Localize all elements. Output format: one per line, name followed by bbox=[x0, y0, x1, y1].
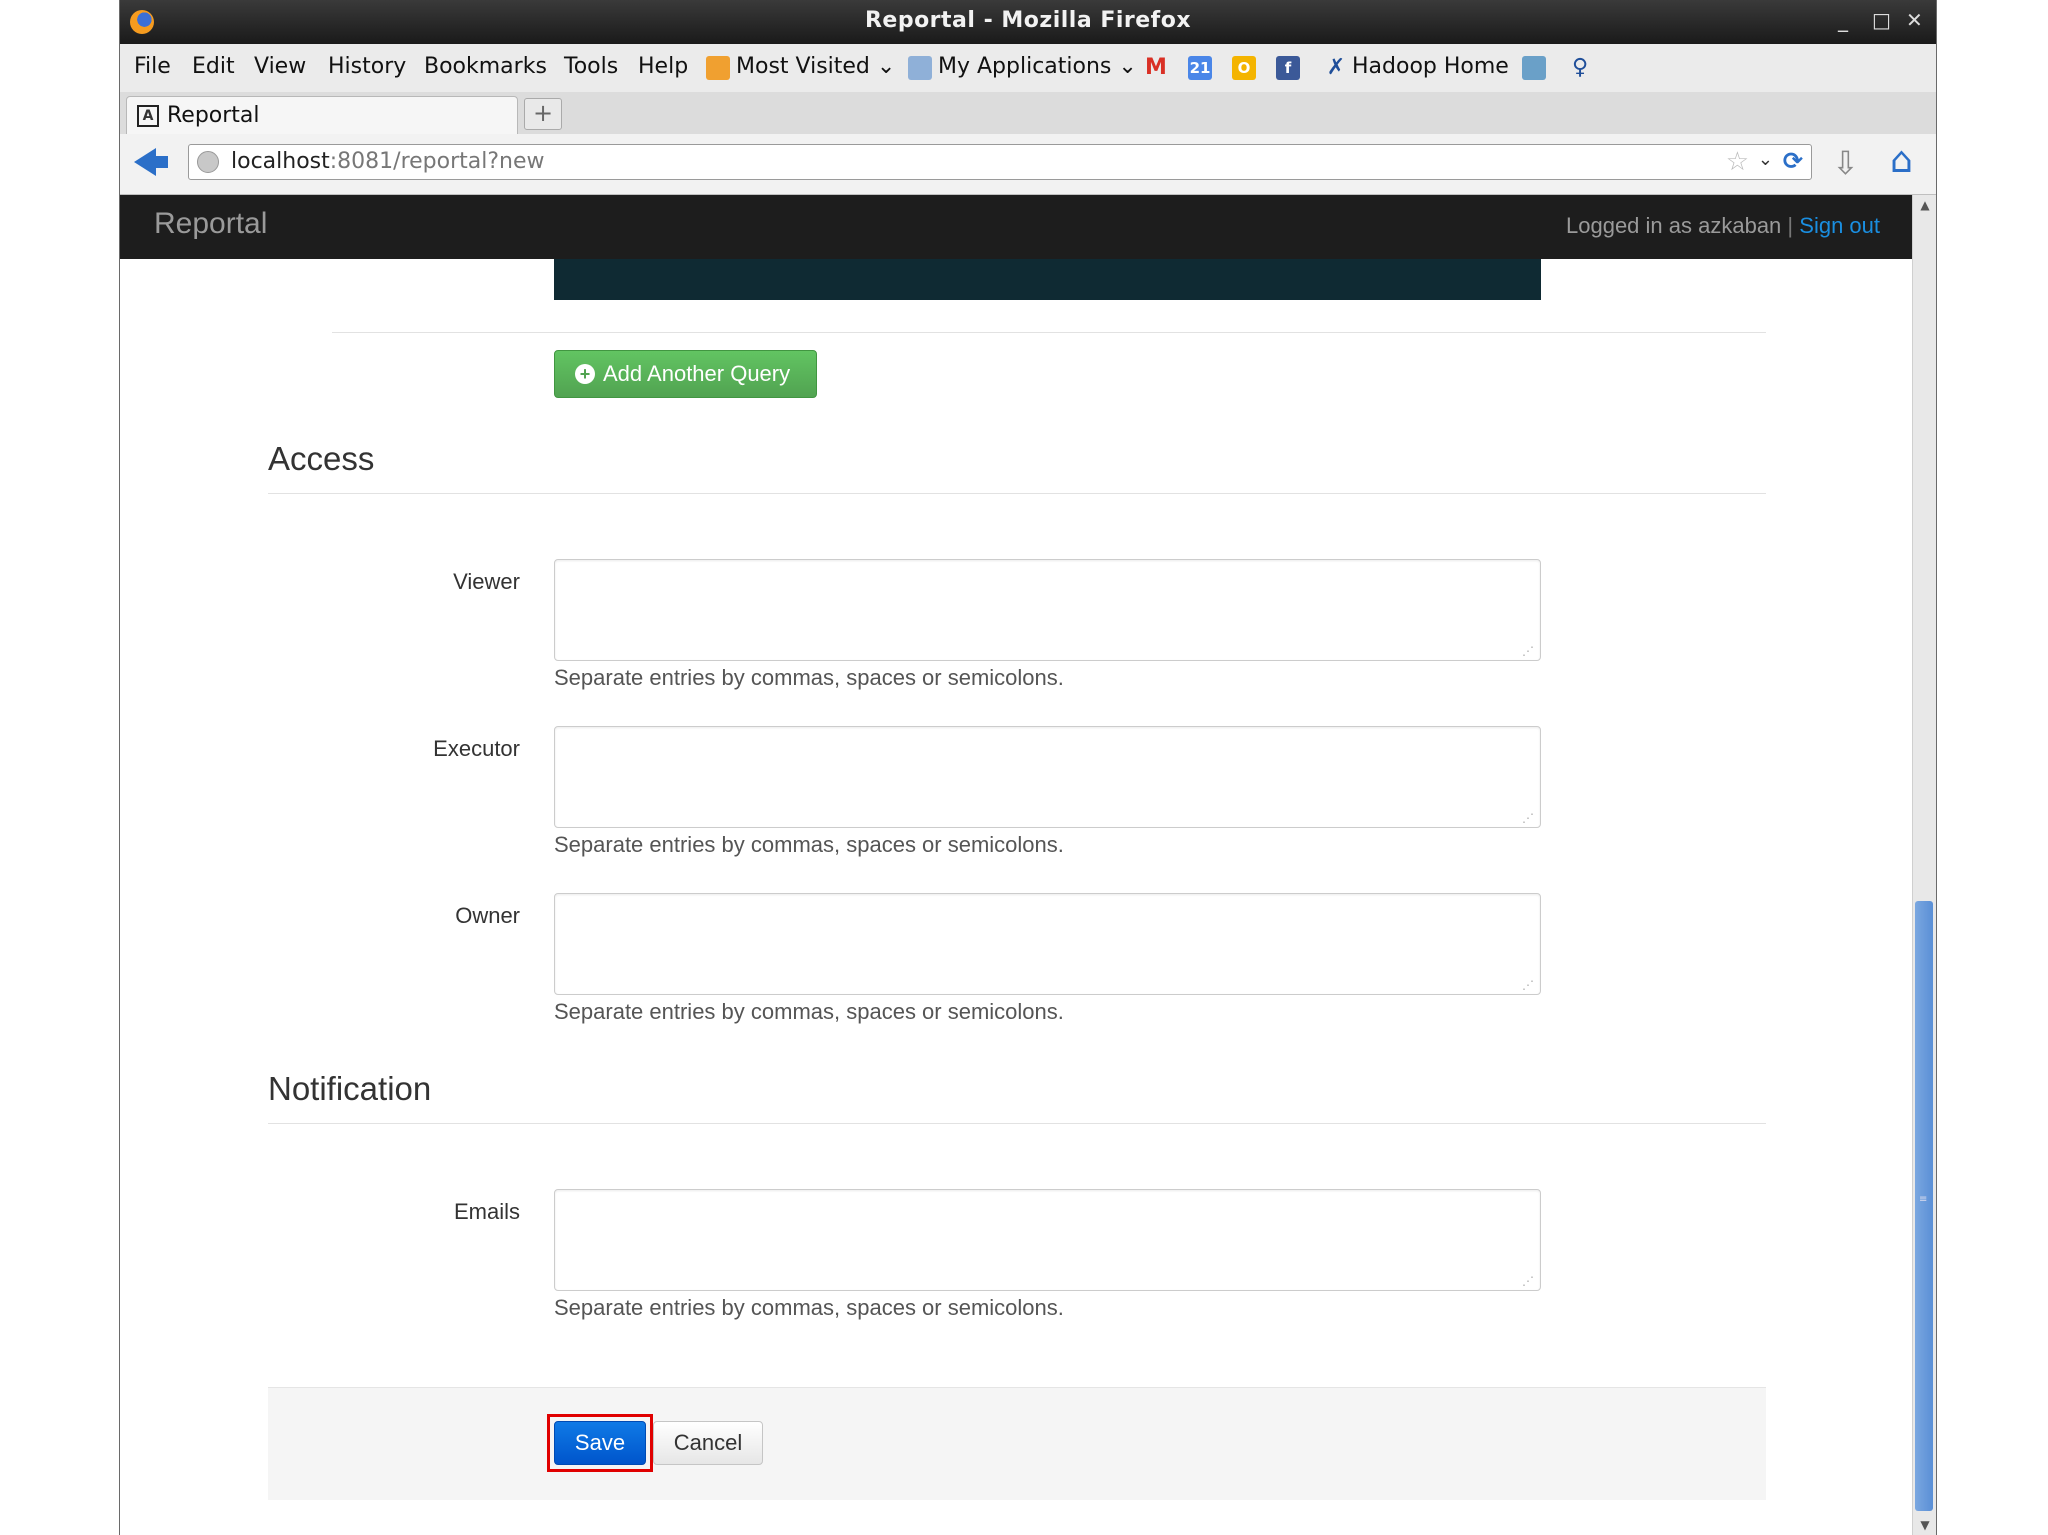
viewer-help: Separate entries by commas, spaces or se… bbox=[554, 665, 1064, 690]
bookmark-most-visited[interactable]: Most Visited ⌄ bbox=[736, 54, 895, 79]
scroll-up-icon[interactable]: ▲ bbox=[1914, 195, 1936, 215]
menu-view[interactable]: View bbox=[254, 54, 306, 79]
user-info: Logged in as azkaban | Sign out bbox=[1566, 213, 1880, 239]
owner-label: Owner bbox=[455, 903, 520, 928]
window-title: Reportal - Mozilla Firefox bbox=[864, 8, 1192, 33]
menu-file[interactable]: File bbox=[134, 54, 171, 79]
bookmark-star-icon[interactable]: ☆ bbox=[1726, 147, 1749, 177]
resize-grip-icon[interactable]: ⋰ bbox=[1522, 645, 1534, 657]
query-editor-banner bbox=[554, 259, 1541, 300]
app-navbar: Reportal Logged in as azkaban | Sign out bbox=[120, 195, 1912, 259]
globe-icon bbox=[197, 151, 219, 173]
notification-divider bbox=[268, 1123, 1766, 1124]
navigation-bar: localhost:8081/reportal?new ☆ ⌄ ⟳ ⇩ ⌂ bbox=[120, 134, 1936, 195]
menu-bookmarks[interactable]: Bookmarks bbox=[424, 54, 547, 79]
menu-bar: File Edit View History Bookmarks Tools H… bbox=[120, 44, 1936, 93]
home-icon[interactable]: ⌂ bbox=[1890, 140, 1913, 181]
calendar-icon[interactable]: 21 bbox=[1188, 56, 1212, 80]
emails-label: Emails bbox=[453, 1199, 520, 1224]
bookmark-my-applications[interactable]: My Applications ⌄ bbox=[938, 54, 1137, 79]
page-viewport: Reportal Logged in as azkaban | Sign out… bbox=[120, 195, 1912, 1535]
sign-out-link[interactable]: Sign out bbox=[1799, 213, 1880, 238]
new-tab-button[interactable]: + bbox=[524, 98, 562, 130]
menu-tools[interactable]: Tools bbox=[564, 54, 618, 79]
logged-in-text: Logged in as azkaban bbox=[1566, 213, 1782, 238]
resize-grip-icon[interactable]: ⋰ bbox=[1522, 1275, 1534, 1287]
orange-app-icon[interactable]: O bbox=[1232, 56, 1256, 80]
form-actions bbox=[268, 1387, 1766, 1500]
user-info-separator: | bbox=[1787, 213, 1794, 238]
url-text[interactable]: localhost:8081/reportal?new bbox=[231, 149, 545, 174]
owner-help: Separate entries by commas, spaces or se… bbox=[554, 999, 1064, 1024]
owner-textarea[interactable]: ⋰ bbox=[554, 893, 1541, 995]
reload-icon[interactable]: ⟳ bbox=[1783, 147, 1803, 175]
executor-help: Separate entries by commas, spaces or se… bbox=[554, 832, 1064, 857]
scroll-grip: ≡ bbox=[1919, 1194, 1928, 1205]
cancel-button[interactable]: Cancel bbox=[653, 1421, 763, 1465]
hadoop-icon: ✗ bbox=[1326, 55, 1346, 80]
my-applications-label: My Applications bbox=[938, 54, 1112, 79]
scroll-down-icon[interactable]: ▼ bbox=[1914, 1515, 1936, 1535]
vertical-scrollbar[interactable]: ▲ ≡ ▼ bbox=[1912, 195, 1936, 1535]
viewer-textarea[interactable]: ⋰ bbox=[554, 559, 1541, 661]
emails-textarea[interactable]: ⋰ bbox=[554, 1189, 1541, 1291]
menu-help[interactable]: Help bbox=[638, 54, 688, 79]
my-applications-folder-icon bbox=[908, 56, 932, 80]
divider bbox=[332, 332, 1766, 333]
person-icon[interactable]: ♀ bbox=[1568, 56, 1592, 80]
gmail-icon[interactable]: M bbox=[1144, 56, 1168, 80]
app-brand[interactable]: Reportal bbox=[154, 207, 267, 241]
close-icon[interactable]: ✕ bbox=[1906, 8, 1923, 32]
executor-textarea[interactable]: ⋰ bbox=[554, 726, 1541, 828]
back-arrow-tail bbox=[154, 156, 168, 168]
save-button[interactable]: Save bbox=[554, 1421, 646, 1465]
resize-grip-icon[interactable]: ⋰ bbox=[1522, 979, 1534, 991]
back-arrow-icon[interactable] bbox=[134, 148, 156, 176]
emails-help: Separate entries by commas, spaces or se… bbox=[554, 1295, 1064, 1320]
url-bar[interactable]: localhost:8081/reportal?new ☆ ⌄ ⟳ bbox=[188, 144, 1812, 180]
add-another-query-label: Add Another Query bbox=[603, 361, 791, 386]
minimize-icon[interactable]: _ bbox=[1838, 8, 1848, 32]
menu-history[interactable]: History bbox=[328, 54, 406, 79]
tab-label: Reportal bbox=[167, 103, 260, 128]
scroll-thumb[interactable]: ≡ bbox=[1915, 901, 1933, 1511]
plus-circle-icon: + bbox=[575, 364, 595, 384]
tab-reportal[interactable]: A Reportal bbox=[126, 96, 518, 134]
most-visited-label: Most Visited bbox=[736, 54, 870, 79]
access-divider bbox=[268, 493, 1766, 494]
facebook-icon[interactable]: f bbox=[1276, 56, 1300, 80]
access-legend: Access bbox=[268, 440, 375, 477]
chevron-down-icon[interactable]: ⌄ bbox=[1758, 149, 1773, 170]
viewer-label: Viewer bbox=[453, 569, 520, 594]
bookmark-app-icon[interactable] bbox=[1522, 56, 1546, 80]
tab-bar: A Reportal + bbox=[120, 92, 1936, 134]
add-another-query-button[interactable]: + Add Another Query bbox=[554, 350, 817, 398]
menu-edit[interactable]: Edit bbox=[192, 54, 235, 79]
download-icon[interactable]: ⇩ bbox=[1832, 144, 1859, 182]
title-bar: Reportal - Mozilla Firefox _ □ ✕ bbox=[120, 0, 1936, 44]
url-path: :8081/reportal?new bbox=[329, 149, 545, 174]
url-host: localhost bbox=[231, 149, 330, 174]
notification-legend: Notification bbox=[268, 1070, 432, 1107]
executor-label: Executor bbox=[433, 736, 520, 761]
firefox-window: Reportal - Mozilla Firefox _ □ ✕ File Ed… bbox=[119, 0, 1937, 1535]
reportal-favicon-icon: A bbox=[137, 105, 159, 127]
most-visited-folder-icon bbox=[706, 56, 730, 80]
resize-grip-icon[interactable]: ⋰ bbox=[1522, 812, 1534, 824]
bookmark-hadoop-home[interactable]: Hadoop Home bbox=[1352, 54, 1509, 79]
maximize-icon[interactable]: □ bbox=[1872, 8, 1891, 32]
